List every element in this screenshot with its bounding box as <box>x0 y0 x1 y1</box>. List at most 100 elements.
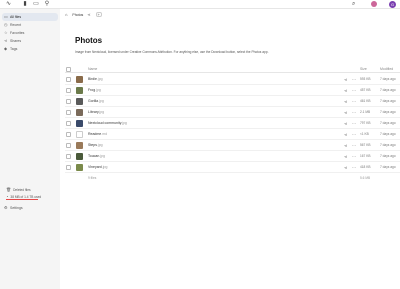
file-modified: 7 days ago <box>380 143 396 147</box>
sidebar-item-shares[interactable]: ⋖ Shares <box>2 37 58 45</box>
text-file-icon <box>76 131 83 138</box>
row-checkbox[interactable] <box>66 110 71 115</box>
file-name[interactable]: Library.jpg <box>88 107 104 118</box>
deleted-files-link[interactable]: 🗑 Deleted files <box>6 187 31 193</box>
file-basename: Toucan <box>88 154 100 158</box>
file-extension: .jpg <box>95 88 101 92</box>
sidebar-item-all-files[interactable]: ▭ All files <box>2 13 58 21</box>
image-thumbnail <box>76 87 83 94</box>
table-row[interactable]: Toucan.jpg ⋖ ⋯ 167 KB 7 days ago <box>65 151 400 162</box>
breadcrumb: ⌂ Photos ⋖ + <box>65 12 102 18</box>
row-checkbox[interactable] <box>66 99 71 104</box>
share-icon[interactable]: ⋖ <box>344 74 347 85</box>
tag-icon: ◆ <box>4 46 8 51</box>
file-extension: .jpg <box>98 110 105 114</box>
file-modified: 7 days ago <box>380 88 396 92</box>
table-row[interactable]: Birdie.jpg ⋖ ⋯ 593 KB 7 days ago <box>65 74 400 85</box>
share-icon: ⋖ <box>4 38 8 43</box>
row-checkbox[interactable] <box>66 121 71 126</box>
row-checkbox[interactable] <box>66 132 71 137</box>
select-all-checkbox[interactable] <box>66 66 71 72</box>
photos-app-icon[interactable]: ▭ <box>32 1 40 8</box>
more-actions-icon[interactable]: ⋯ <box>352 107 356 118</box>
column-modified[interactable]: Modified <box>380 65 393 73</box>
share-icon[interactable]: ⋖ <box>344 118 347 129</box>
table-row[interactable]: Frog.jpg ⋖ ⋯ 457 KB 7 days ago <box>65 85 400 96</box>
column-size[interactable]: Size <box>360 65 367 73</box>
file-name[interactable]: Nextcloud community.jpg <box>88 118 127 129</box>
table-row[interactable]: Steps.jpg ⋖ ⋯ 567 KB 7 days ago <box>65 140 400 151</box>
share-icon[interactable]: ⋖ <box>344 162 347 173</box>
row-checkbox[interactable] <box>66 165 71 170</box>
more-actions-icon[interactable]: ⋯ <box>352 151 356 162</box>
file-size: 461 KB <box>360 99 371 103</box>
share-icon[interactable]: ⋖ <box>344 85 347 96</box>
row-checkbox[interactable] <box>66 77 71 82</box>
breadcrumb-current[interactable]: Photos <box>72 13 83 17</box>
row-checkbox[interactable] <box>66 143 71 148</box>
share-icon[interactable]: ⋖ <box>344 151 347 162</box>
file-size: 797 KB <box>360 121 371 125</box>
settings-button[interactable]: ⚙ Settings <box>2 204 58 212</box>
column-name[interactable]: Name <box>88 65 97 73</box>
more-actions-icon[interactable]: ⋯ <box>352 96 356 107</box>
table-row[interactable]: Library.jpg ⋖ ⋯ 2.1 MB 7 days ago <box>65 107 400 118</box>
file-basename: Gorilla <box>88 99 99 103</box>
more-actions-icon[interactable]: ⋯ <box>352 140 356 151</box>
share-icon[interactable]: ⋖ <box>87 12 90 17</box>
more-actions-icon[interactable]: ⋯ <box>352 129 356 140</box>
file-name[interactable]: Toucan.jpg <box>88 151 105 162</box>
file-modified: 7 days ago <box>380 165 396 169</box>
logo-icon[interactable]: ∿ <box>6 1 14 8</box>
row-checkbox[interactable] <box>66 88 71 93</box>
file-extension: .md <box>101 132 108 136</box>
more-actions-icon[interactable]: ⋯ <box>352 85 356 96</box>
table-row[interactable]: Readme.md ⋖ ⋯ <1 KB 7 days ago <box>65 129 400 140</box>
file-size: 418 KB <box>360 165 371 169</box>
search-icon[interactable]: ⌕ <box>352 1 360 8</box>
settings-label: Settings <box>10 206 23 210</box>
sidebar-item-label: Tags <box>10 47 18 51</box>
image-thumbnail <box>76 98 83 105</box>
more-actions-icon[interactable]: ⋯ <box>352 162 356 173</box>
table-row[interactable]: Gorilla.jpg ⋖ ⋯ 461 KB 7 days ago <box>65 96 400 107</box>
more-actions-icon[interactable]: ⋯ <box>352 74 356 85</box>
new-button[interactable]: + <box>95 12 102 17</box>
file-name[interactable]: Readme.md <box>88 129 107 140</box>
table-footer: 9 files 5.6 MB <box>65 174 400 182</box>
row-checkbox[interactable] <box>66 154 71 159</box>
file-name[interactable]: Birdie.jpg <box>88 74 103 85</box>
image-thumbnail <box>76 164 83 171</box>
folder-description: Image from Nextcloud, licensed under Cre… <box>75 50 269 54</box>
share-icon[interactable]: ⋖ <box>344 96 347 107</box>
table-row[interactable]: Vineyard.jpg ⋖ ⋯ 418 KB 7 days ago <box>65 162 400 173</box>
sidebar-item-recent[interactable]: ◷ Recent <box>2 21 58 29</box>
file-basename: Steps <box>88 143 97 147</box>
sidebar-item-tags[interactable]: ◆ Tags <box>2 45 58 53</box>
share-icon[interactable]: ⋖ <box>344 129 347 140</box>
file-basename: Library <box>88 110 99 114</box>
file-modified: 7 days ago <box>380 121 396 125</box>
main-content: ⌂ Photos ⋖ + Photos Image from Nextcloud… <box>60 9 400 289</box>
file-modified: 7 days ago <box>380 132 396 136</box>
files-app-icon[interactable]: ▮ <box>21 1 29 8</box>
gear-icon: ⚙ <box>4 205 8 210</box>
file-name[interactable]: Frog.jpg <box>88 85 101 96</box>
total-size: 5.6 MB <box>360 176 371 180</box>
file-modified: 7 days ago <box>380 154 396 158</box>
image-thumbnail <box>76 153 83 160</box>
avatar[interactable]: G <box>389 1 396 8</box>
home-icon[interactable]: ⌂ <box>65 12 67 17</box>
contacts-icon[interactable] <box>371 1 377 7</box>
share-icon[interactable]: ⋖ <box>344 107 347 118</box>
file-extension: .jpg <box>96 77 103 81</box>
activity-app-icon[interactable]: ⚲ <box>43 1 51 8</box>
file-extension: .jpg <box>101 165 108 169</box>
share-icon[interactable]: ⋖ <box>344 140 347 151</box>
file-name[interactable]: Vineyard.jpg <box>88 162 107 173</box>
file-name[interactable]: Gorilla.jpg <box>88 96 104 107</box>
file-name[interactable]: Steps.jpg <box>88 140 103 151</box>
table-row[interactable]: Nextcloud community.jpg ⋖ ⋯ 797 KB 7 days ag… <box>65 118 400 129</box>
sidebar-item-favorites[interactable]: ☆ Favorites <box>2 29 58 37</box>
more-actions-icon[interactable]: ⋯ <box>352 118 356 129</box>
